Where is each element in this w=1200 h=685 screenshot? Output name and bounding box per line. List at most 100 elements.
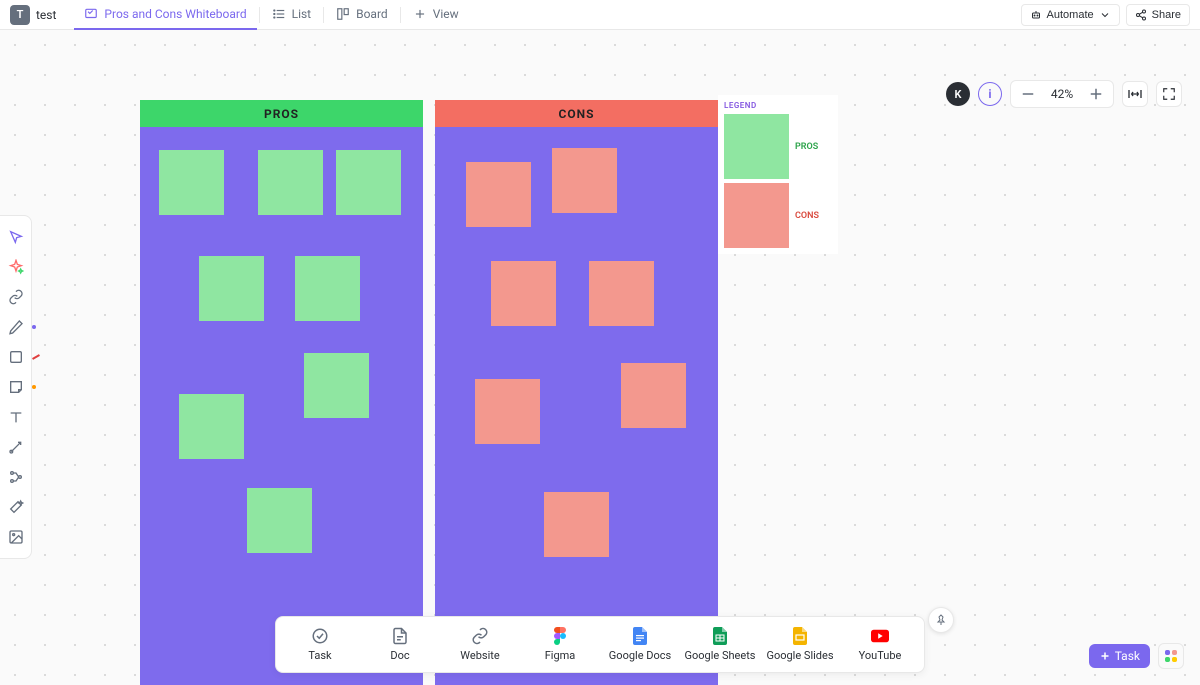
pin-icon — [935, 614, 947, 626]
gslides-icon — [791, 627, 809, 645]
sticky-note[interactable] — [258, 150, 323, 215]
plus-icon — [1099, 650, 1111, 662]
square-icon — [8, 349, 24, 365]
sticky-note[interactable] — [295, 256, 360, 321]
image-icon — [8, 529, 24, 545]
tab-whiteboard[interactable]: Pros and Cons Whiteboard — [74, 0, 256, 30]
pin-toolbar-button[interactable] — [928, 607, 954, 633]
sticky-note[interactable] — [552, 148, 617, 213]
user-avatar[interactable]: K — [946, 82, 970, 106]
apps-icon — [1165, 650, 1177, 662]
tab-label: Board — [356, 7, 388, 21]
fit-width-icon — [1127, 86, 1143, 102]
chevron-down-icon — [1099, 9, 1111, 21]
workspace-name[interactable]: test — [36, 8, 56, 22]
gsheets-icon — [711, 627, 729, 645]
sticky-note[interactable] — [491, 261, 556, 326]
legend-row-cons: CONS — [724, 183, 832, 248]
pros-board[interactable]: PROS — [140, 100, 423, 685]
insert-youtube[interactable]: YouTube — [840, 623, 920, 666]
tool-shape[interactable] — [0, 342, 31, 372]
tab-label: View — [433, 7, 459, 21]
zoom-value[interactable]: 42% — [1047, 87, 1077, 101]
tool-diagram[interactable] — [0, 462, 31, 492]
tool-pen[interactable] — [0, 312, 31, 342]
legend-swatch-pros — [724, 114, 789, 179]
canvas-controls: K i 42% — [946, 80, 1182, 108]
tab-list[interactable]: List — [262, 0, 322, 30]
tool-text[interactable] — [0, 402, 31, 432]
sticky-note[interactable] — [179, 394, 244, 459]
item-label: Figma — [545, 649, 576, 662]
task-icon — [311, 627, 329, 645]
tab-label: Pros and Cons Whiteboard — [104, 7, 246, 21]
fullscreen-button[interactable] — [1156, 81, 1182, 107]
item-label: Google Slides — [766, 649, 833, 662]
sticky-note[interactable] — [304, 353, 369, 418]
fit-width-button[interactable] — [1122, 81, 1148, 107]
tool-image[interactable] — [0, 522, 31, 552]
cons-header: CONS — [435, 100, 718, 127]
plus-icon — [1087, 85, 1105, 103]
legend-panel[interactable]: LEGEND PROS CONS — [718, 95, 838, 254]
sticky-note[interactable] — [466, 162, 531, 227]
sticky-note[interactable] — [621, 363, 686, 428]
whiteboard-canvas[interactable]: PROS CONS LEGEND PROS CONS — [0, 30, 1200, 685]
zoom-out-button[interactable] — [1019, 85, 1037, 103]
tool-link[interactable] — [0, 282, 31, 312]
item-label: Doc — [390, 649, 409, 662]
side-toolbar — [0, 215, 32, 559]
share-button[interactable]: Share — [1126, 4, 1190, 26]
tab-add-view[interactable]: View — [403, 0, 469, 30]
top-bar: T test Pros and Cons Whiteboard List Boa… — [0, 0, 1200, 30]
sticky-note[interactable] — [159, 150, 224, 215]
plus-icon — [413, 7, 427, 21]
tool-sticky[interactable] — [0, 372, 31, 402]
insert-task[interactable]: Task — [280, 623, 360, 666]
apps-button[interactable] — [1158, 643, 1184, 669]
insert-doc[interactable]: Doc — [360, 623, 440, 666]
fullscreen-icon — [1162, 87, 1176, 101]
insert-figma[interactable]: Figma — [520, 623, 600, 666]
tool-magic[interactable] — [0, 492, 31, 522]
insert-website[interactable]: Website — [440, 623, 520, 666]
legend-label: PROS — [795, 142, 818, 152]
doc-icon — [391, 627, 409, 645]
robot-icon — [1030, 9, 1042, 21]
sticky-note[interactable] — [544, 492, 609, 557]
new-task-button[interactable]: Task — [1089, 644, 1150, 668]
cursor-icon — [8, 229, 24, 245]
sticky-note[interactable] — [589, 261, 654, 326]
zoom-in-button[interactable] — [1087, 85, 1105, 103]
youtube-icon — [871, 627, 889, 645]
workspace-badge[interactable]: T — [10, 5, 30, 25]
tab-sep — [400, 7, 401, 23]
tool-indicator — [32, 385, 36, 389]
sticky-note[interactable] — [199, 256, 264, 321]
sticky-note[interactable] — [247, 488, 312, 553]
gdocs-icon — [631, 627, 649, 645]
text-icon — [8, 409, 24, 425]
list-icon — [272, 7, 286, 21]
tab-board[interactable]: Board — [326, 0, 398, 30]
zoom-controls: 42% — [1010, 80, 1114, 108]
tool-ai[interactable] — [0, 252, 31, 282]
whiteboard-icon — [84, 7, 98, 21]
tool-connector[interactable] — [0, 432, 31, 462]
insert-gdocs[interactable]: Google Docs — [600, 623, 680, 666]
sticky-note[interactable] — [336, 150, 401, 215]
info-button[interactable]: i — [978, 82, 1002, 106]
share-icon — [1135, 9, 1147, 21]
wand-icon — [8, 499, 24, 515]
automate-button[interactable]: Automate — [1021, 4, 1120, 26]
tool-select[interactable] — [0, 222, 31, 252]
insert-gsheets[interactable]: Google Sheets — [680, 623, 760, 666]
sticky-note[interactable] — [475, 379, 540, 444]
diagram-icon — [8, 469, 24, 485]
link-icon — [471, 627, 489, 645]
insert-gslides[interactable]: Google Slides — [760, 623, 840, 666]
cons-board[interactable]: CONS — [435, 100, 718, 685]
tab-sep — [323, 7, 324, 23]
tab-sep — [259, 7, 260, 23]
button-label: Task — [1115, 649, 1140, 663]
